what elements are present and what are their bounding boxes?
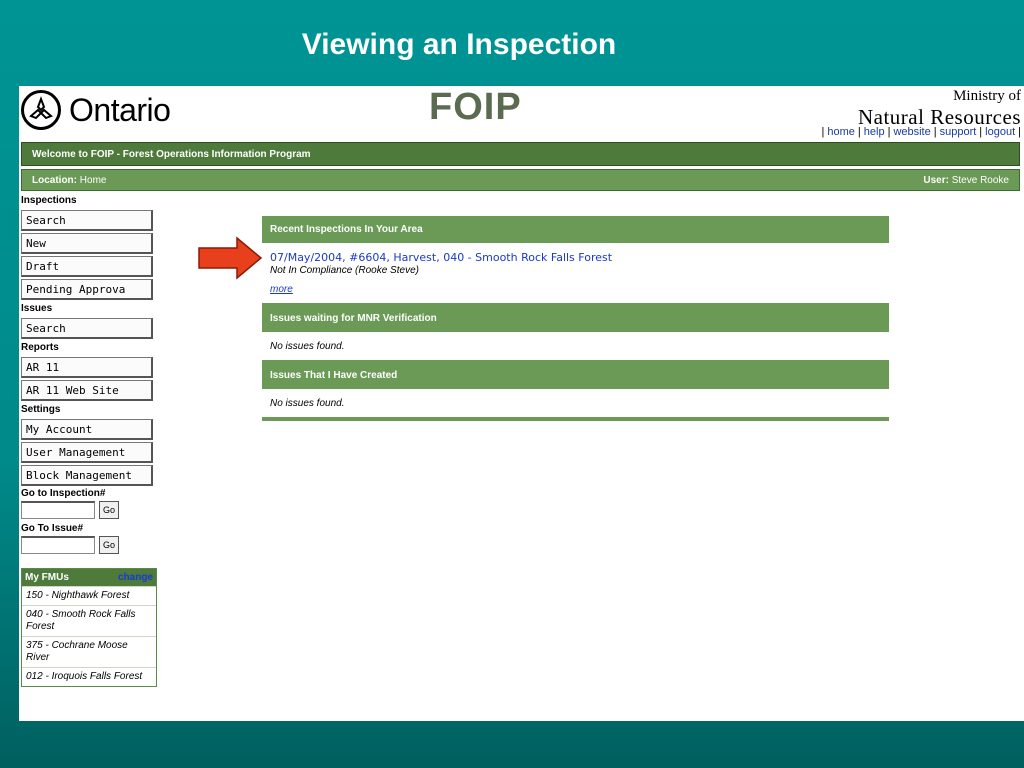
location-value: Home xyxy=(79,175,107,186)
location-label: Location: xyxy=(32,175,77,186)
fmu-item: 150 - Nighthawk Forest xyxy=(22,586,156,605)
foip-logo: FOIP xyxy=(429,86,522,128)
goto-inspection-label: Go to Inspection# xyxy=(21,488,106,499)
welcome-bar: Welcome to FOIP - Forest Operations Info… xyxy=(21,142,1020,166)
recent-inspections-heading: Recent Inspections In Your Area xyxy=(262,216,889,243)
fmu-item: 375 - Cochrane Moose River xyxy=(22,636,156,667)
foip-screenshot: Ontario FOIP Ministry of Natural Resourc… xyxy=(19,86,1024,721)
fmu-heading: My FMUs xyxy=(25,572,69,583)
block-management-button[interactable]: Block Management xyxy=(21,465,153,486)
help-link[interactable]: help xyxy=(861,126,888,138)
recent-inspection-link[interactable]: 07/May/2004, #6604, Harvest, 040 - Smoot… xyxy=(270,251,612,264)
inspections-draft-button[interactable]: Draft xyxy=(21,256,153,277)
fmu-header: My FMUs change xyxy=(22,569,156,586)
top-links: | home | help | website | support | logout | xyxy=(821,126,1021,138)
inspections-pending-button[interactable]: Pending Approva xyxy=(21,279,153,300)
location-bar: Location: Home User: Steve Rooke xyxy=(21,169,1020,191)
inspection-status: Not In Compliance (Rooke Steve) xyxy=(270,265,419,276)
goto-issue-label: Go To Issue# xyxy=(21,523,84,534)
user-info: User: Steve Rooke xyxy=(923,175,1009,186)
goto-inspection-input[interactable] xyxy=(21,501,95,519)
goto-issue-input[interactable] xyxy=(21,536,95,554)
fmu-change-link[interactable]: change xyxy=(117,572,153,583)
ontario-logo: Ontario xyxy=(21,90,171,130)
inspections-new-button[interactable]: New xyxy=(21,233,153,254)
slide-title: Viewing an Inspection xyxy=(301,28,617,61)
breadcrumb: Location: Home xyxy=(32,175,107,186)
fmu-item: 040 - Smooth Rock Falls Forest xyxy=(22,605,156,636)
goto-issue-row: Go xyxy=(21,536,156,554)
goto-inspection-go-button[interactable]: Go xyxy=(99,501,119,519)
issues-heading: Issues xyxy=(21,303,53,314)
ministry-line1: Ministry of xyxy=(953,88,1021,104)
goto-inspection-row: Go xyxy=(21,501,156,519)
waiting-issues-text: No issues found. xyxy=(270,341,345,352)
red-arrow-icon xyxy=(198,236,263,280)
user-name: Steve Rooke xyxy=(951,175,1009,186)
inspections-search-button[interactable]: Search xyxy=(21,210,153,231)
inspections-heading: Inspections xyxy=(21,195,77,206)
fmu-box: My FMUs change 150 - Nighthawk Forest 04… xyxy=(21,568,157,687)
my-account-button[interactable]: My Account xyxy=(21,419,153,440)
main-panel: Recent Inspections In Your Area 07/May/2… xyxy=(262,216,889,421)
home-link[interactable]: home xyxy=(824,126,858,138)
goto-issue-go-button[interactable]: Go xyxy=(99,536,119,554)
trillium-icon xyxy=(21,90,61,130)
settings-heading: Settings xyxy=(21,404,61,415)
ministry-title: Ministry of Natural Resources xyxy=(858,88,1021,130)
waiting-issues-body: No issues found. xyxy=(262,332,889,362)
sidebar: Inspections Search New Draft Pending App… xyxy=(21,194,157,687)
waiting-issues-heading: Issues waiting for MNR Verification xyxy=(262,305,889,332)
user-label: User: xyxy=(923,175,949,186)
recent-inspections-body: 07/May/2004, #6604, Harvest, 040 - Smoot… xyxy=(262,243,889,305)
created-issues-heading: Issues That I Have Created xyxy=(262,362,889,389)
created-issues-text: No issues found. xyxy=(270,398,345,409)
logout-link[interactable]: logout xyxy=(982,126,1018,138)
reports-heading: Reports xyxy=(21,342,59,353)
more-link[interactable]: more xyxy=(270,284,293,295)
website-link[interactable]: website xyxy=(890,126,933,138)
fmu-item: 012 - Iroquois Falls Forest xyxy=(22,667,156,686)
report-ar11-button[interactable]: AR 11 xyxy=(21,357,153,378)
report-ar11-website-button[interactable]: AR 11 Web Site xyxy=(21,380,153,401)
issues-search-button[interactable]: Search xyxy=(21,318,153,339)
ontario-wordmark: Ontario xyxy=(69,91,171,128)
created-issues-body: No issues found. xyxy=(262,389,889,419)
support-link[interactable]: support xyxy=(937,126,980,138)
user-management-button[interactable]: User Management xyxy=(21,442,153,463)
